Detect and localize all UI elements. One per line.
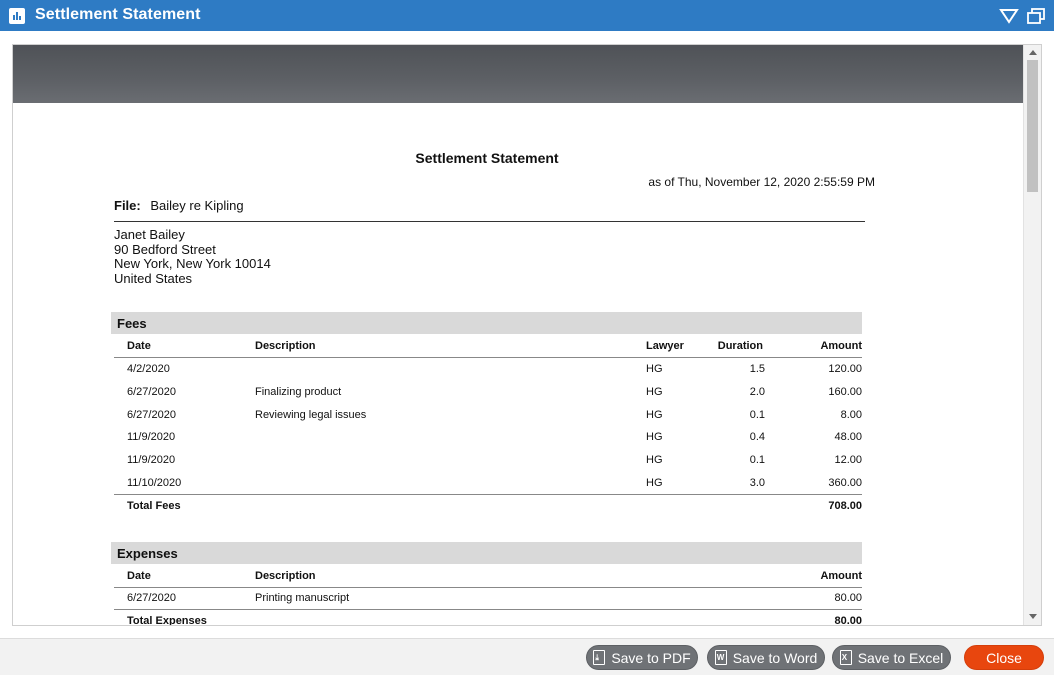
file-row: File: Bailey re Kipling — [114, 198, 244, 213]
save-to-excel-label: Save to Excel — [857, 649, 944, 666]
fee-amount: 8.00 — [840, 409, 862, 421]
fee-duration: 0.4 — [749, 431, 765, 443]
report-page: Settlement Statement as of Thu, November… — [17, 103, 1021, 626]
save-to-pdf-button[interactable]: ⤓ Save to PDF — [586, 645, 698, 670]
expenses-col-description: Description — [255, 570, 316, 582]
expense-amount: 80.00 — [834, 592, 862, 604]
fee-lawyer: HG — [646, 386, 663, 398]
expenses-total-rule — [114, 609, 862, 610]
dialog-footer: ⤓ Save to PDF W Save to Word X Save to E… — [0, 638, 1054, 675]
fee-lawyer: HG — [646, 431, 663, 443]
scroll-down-icon[interactable] — [1029, 614, 1037, 619]
fee-duration: 1.5 — [749, 363, 765, 375]
expenses-total-label: Total Expenses — [127, 615, 207, 626]
fee-duration: 2.0 — [749, 386, 765, 398]
fee-lawyer: HG — [646, 477, 663, 489]
fee-date: 11/10/2020 — [127, 477, 182, 489]
fees-total-value: 708.00 — [828, 500, 862, 512]
report-timestamp: as of Thu, November 12, 2020 2:55:59 PM — [648, 175, 875, 189]
fee-date: 4/2/2020 — [127, 363, 170, 375]
save-to-word-button[interactable]: W Save to Word — [707, 645, 825, 670]
expenses-col-date: Date — [127, 570, 151, 582]
fee-date: 11/9/2020 — [127, 431, 176, 443]
word-file-icon: W — [714, 650, 727, 665]
expenses-section-heading: Expenses — [111, 542, 862, 564]
window-title: Settlement Statement — [35, 6, 201, 23]
report-viewer: Settlement Statement as of Thu, November… — [12, 44, 1042, 626]
expense-date: 6/27/2020 — [127, 592, 176, 604]
fees-total-rule — [114, 494, 862, 495]
save-to-excel-button[interactable]: X Save to Excel — [832, 645, 951, 670]
fee-description: Finalizing product — [255, 386, 342, 398]
fee-amount: 120.00 — [828, 363, 862, 375]
address-line: United States — [114, 270, 193, 286]
fees-header-rule — [114, 357, 862, 358]
fee-date: 11/9/2020 — [127, 454, 176, 466]
fees-total-label: Total Fees — [127, 500, 181, 512]
file-label: File: — [114, 198, 141, 213]
triangle-down-icon[interactable] — [999, 7, 1019, 25]
restore-window-icon[interactable] — [1026, 7, 1046, 25]
fees-section-heading: Fees — [111, 312, 862, 334]
fee-description: Reviewing legal issues — [255, 409, 367, 421]
expenses-total-value: 80.00 — [834, 615, 862, 626]
header-divider — [114, 221, 865, 222]
fees-col-date: Date — [127, 340, 151, 352]
fee-date: 6/27/2020 — [127, 409, 176, 421]
scroll-thumb[interactable] — [1027, 60, 1038, 192]
close-button[interactable]: Close — [964, 645, 1044, 670]
fee-amount: 360.00 — [828, 477, 862, 489]
client-address: Janet Bailey 90 Bedford Street New York,… — [114, 227, 271, 286]
fee-lawyer: HG — [646, 363, 663, 375]
fee-amount: 12.00 — [834, 454, 862, 466]
fee-lawyer: HG — [646, 409, 663, 421]
fee-duration: 3.0 — [749, 477, 765, 489]
save-to-pdf-label: Save to PDF — [611, 649, 691, 666]
fees-col-duration: Duration — [717, 340, 763, 352]
address-line: 90 Bedford Street — [114, 241, 216, 257]
title-bar: Settlement Statement — [0, 0, 1054, 31]
address-line: Janet Bailey — [114, 227, 185, 242]
report-chart-icon — [9, 8, 25, 24]
excel-file-icon: X — [839, 650, 852, 665]
fees-col-description: Description — [255, 340, 316, 352]
fee-amount: 160.00 — [828, 386, 862, 398]
fee-duration: 0.1 — [749, 454, 765, 466]
expenses-col-amount: Amount — [820, 570, 862, 582]
pdf-file-icon: ⤓ — [593, 650, 606, 665]
fees-col-amount: Amount — [820, 340, 862, 352]
vertical-scrollbar[interactable] — [1023, 45, 1041, 625]
expenses-header-rule — [114, 587, 862, 588]
fee-lawyer: HG — [646, 454, 663, 466]
fee-duration: 0.1 — [749, 409, 765, 421]
expense-description: Printing manuscript — [255, 592, 350, 604]
address-line: New York, New York 10014 — [114, 256, 271, 271]
fee-amount: 48.00 — [834, 431, 862, 443]
fees-col-lawyer: Lawyer — [646, 340, 684, 352]
save-to-word-label: Save to Word — [732, 649, 818, 666]
scroll-up-icon[interactable] — [1029, 50, 1037, 55]
file-value: Bailey re Kipling — [150, 198, 244, 213]
report-title: Settlement Statement — [415, 150, 559, 166]
fee-date: 6/27/2020 — [127, 386, 176, 398]
viewer-toolbar-band — [13, 45, 1023, 103]
